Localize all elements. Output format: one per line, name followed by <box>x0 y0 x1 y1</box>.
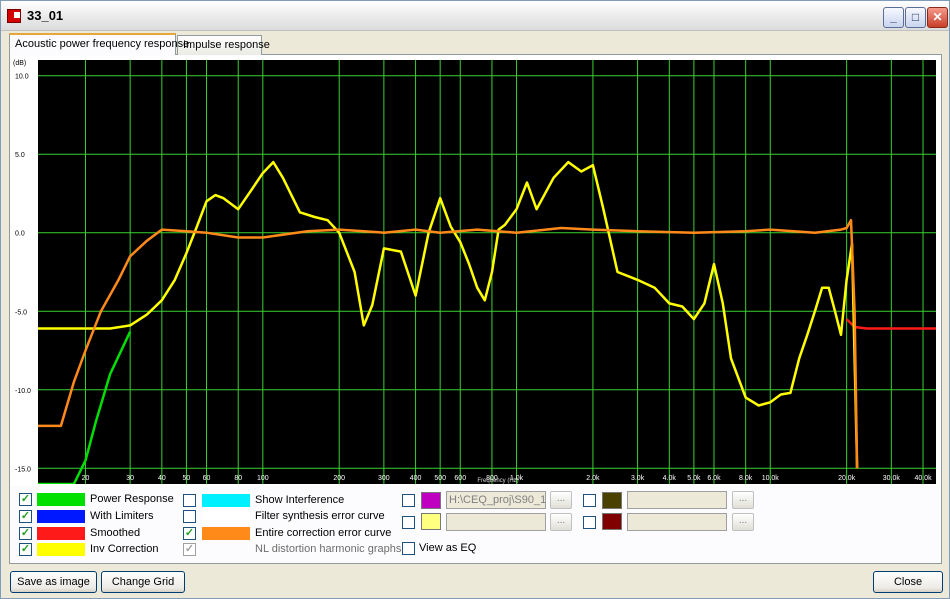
eq-file1-checkbox[interactable] <box>402 494 415 507</box>
y-tick-label: -5.0 <box>15 309 27 316</box>
y-tick-label: 0.0 <box>15 231 25 238</box>
x-tick-label: 500 <box>434 475 446 482</box>
power-response-label: Power Response <box>90 493 174 505</box>
x-tick-label: 3.0k <box>631 475 645 482</box>
eq-file1-browse-button[interactable]: ... <box>550 491 572 509</box>
power-response-checkbox[interactable]: ✓ <box>19 493 32 506</box>
filter-error-label: Filter synthesis error curve <box>255 510 385 522</box>
show-interference-label: Show Interference <box>255 494 345 506</box>
eq-file4-color[interactable] <box>602 513 622 530</box>
nl-distortion-checkbox[interactable]: ✓ <box>183 543 196 556</box>
eq-file2-color[interactable] <box>421 513 441 530</box>
eq-file1-path[interactable]: H:\CEQ_proj\S90_14 <box>446 491 546 509</box>
eq-file1-color[interactable] <box>421 492 441 509</box>
filter-error-checkbox[interactable] <box>183 510 196 523</box>
eq-file3-color[interactable] <box>602 492 622 509</box>
x-tick-label: 6.0k <box>707 475 721 482</box>
maximize-button[interactable]: □ <box>905 7 926 28</box>
eq-file4-checkbox[interactable] <box>583 516 596 529</box>
chart-area: 10.0 5.0 0.0 -5.0 -10.0 -15.0 20 30 40 50 60 80 100 2… <box>11 56 939 486</box>
eq-file3-browse-button[interactable]: ... <box>732 491 754 509</box>
eq-file4-browse-button[interactable]: ... <box>732 513 754 531</box>
tab-acoustic-power[interactable]: Acoustic power frequency response <box>9 33 189 55</box>
plot-background <box>38 60 936 484</box>
eq-file4-path[interactable] <box>627 513 727 531</box>
x-tick-label: 200 <box>333 475 345 482</box>
power-response-swatch <box>37 493 85 506</box>
inv-correction-checkbox[interactable]: ✓ <box>19 543 32 556</box>
x-tick-label: 20 <box>82 475 90 482</box>
correction-error-checkbox[interactable]: ✓ <box>183 527 196 540</box>
close-window-button[interactable]: ✕ <box>927 7 948 28</box>
eq-file2-path[interactable] <box>446 513 546 531</box>
x-tick-label: 30.0k <box>883 475 901 482</box>
correction-error-swatch <box>202 527 250 540</box>
y-tick-label: -15.0 <box>15 466 31 473</box>
y-tick-label: 10.0 <box>15 74 29 81</box>
y-tick-label: 5.0 <box>15 152 25 159</box>
x-tick-label: 40.0k <box>914 475 932 482</box>
close-button[interactable]: Close <box>873 571 943 593</box>
eq-file3-checkbox[interactable] <box>583 494 596 507</box>
x-tick-label: 30 <box>126 475 134 482</box>
filter-error-swatch <box>202 510 250 523</box>
save-as-image-button[interactable]: Save as image <box>10 571 97 593</box>
smoothed-swatch <box>37 527 85 540</box>
x-tick-label: 300 <box>378 475 390 482</box>
nl-distortion-label: NL distortion harmonic graphs <box>255 543 402 555</box>
x-tick-label: 100 <box>257 475 269 482</box>
smoothed-label: Smoothed <box>90 527 141 539</box>
view-as-eq-checkbox[interactable] <box>402 542 415 555</box>
tab-impulse-response[interactable]: Impulse response <box>177 35 270 55</box>
inv-correction-label: Inv Correction <box>90 543 159 555</box>
minimize-button[interactable]: _ <box>883 7 904 28</box>
show-interference-swatch <box>202 494 250 507</box>
x-tick-label: 8.0k <box>739 475 753 482</box>
x-tick-label: 20.0k <box>838 475 856 482</box>
x-tick-label: 2.0k <box>586 475 600 482</box>
inv-correction-swatch <box>37 543 85 556</box>
eq-file3-path[interactable] <box>627 491 727 509</box>
title-bar[interactable]: 33_01 _ □ ✕ <box>1 1 949 31</box>
eq-file2-checkbox[interactable] <box>402 516 415 529</box>
x-tick-label: 5.0k <box>687 475 701 482</box>
x-tick-label: 400 <box>410 475 422 482</box>
frequency-response-chart: 10.0 5.0 0.0 -5.0 -10.0 -15.0 20 30 40 50 60 80 100 2… <box>13 60 936 484</box>
show-interference-checkbox[interactable] <box>183 494 196 507</box>
x-tick-label: 10.0k <box>762 475 780 482</box>
with-limiters-checkbox[interactable]: ✓ <box>19 510 32 523</box>
with-limiters-swatch <box>37 510 85 523</box>
x-tick-label: 40 <box>158 475 166 482</box>
x-tick-label: 50 <box>183 475 191 482</box>
window-title: 33_01 <box>27 8 64 23</box>
x-axis-label: Frequency (Hz) <box>477 478 518 484</box>
x-tick-label: 4.0k <box>663 475 677 482</box>
x-tick-label: 600 <box>454 475 466 482</box>
x-tick-label: 60 <box>203 475 211 482</box>
y-unit-label: (dB) <box>13 60 26 67</box>
main-window: 33_01 _ □ ✕ Acoustic power frequency res… <box>0 0 950 599</box>
x-tick-label: 80 <box>234 475 242 482</box>
smoothed-checkbox[interactable]: ✓ <box>19 527 32 540</box>
eq-file2-browse-button[interactable]: ... <box>550 513 572 531</box>
with-limiters-label: With Limiters <box>90 510 154 522</box>
view-as-eq-label: View as EQ <box>419 542 477 554</box>
correction-error-label: Entire correction error curve <box>255 527 392 539</box>
y-tick-label: -10.0 <box>15 388 31 395</box>
change-grid-button[interactable]: Change Grid <box>101 571 185 593</box>
app-icon <box>7 9 21 23</box>
